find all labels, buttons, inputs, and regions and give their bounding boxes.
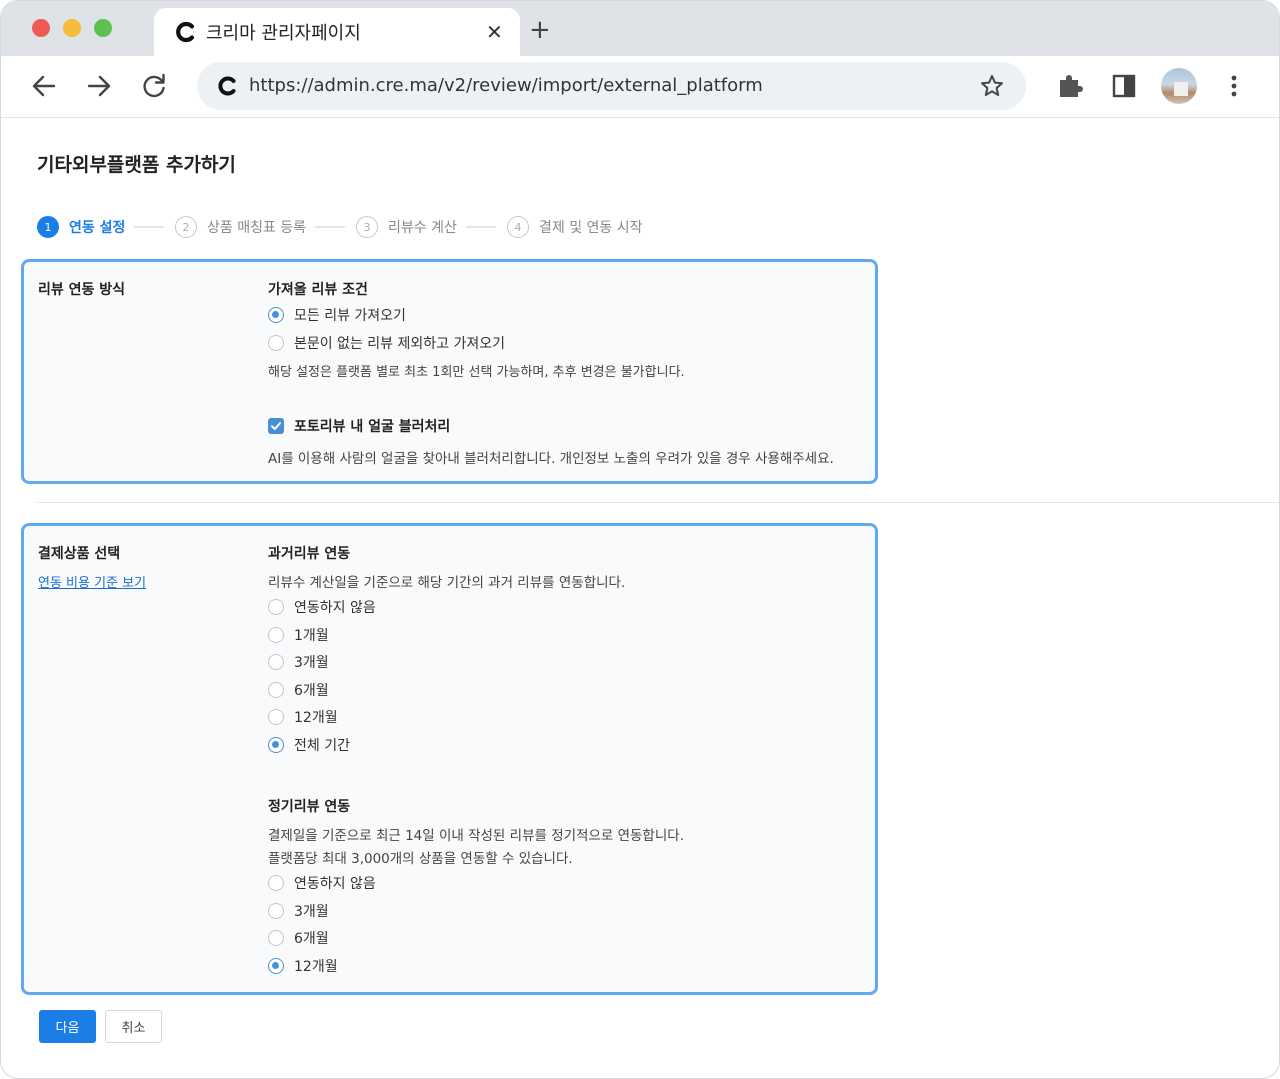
past-option-1-month[interactable]: 1개월 xyxy=(268,626,329,644)
past-option-none[interactable]: 연동하지 않음 xyxy=(268,598,376,616)
extensions-puzzle-icon[interactable] xyxy=(1055,71,1085,101)
review-import-method-card: 리뷰 연동 방식 가져올 리뷰 조건 모든 리뷰 가져오기 본문이 없는 리뷰 … xyxy=(21,259,878,484)
browser-tab[interactable]: 크리마 관리자페이지 ✕ xyxy=(154,8,520,56)
tab-title: 크리마 관리자페이지 xyxy=(206,23,361,44)
past-option-12-months[interactable]: 12개월 xyxy=(268,708,338,726)
site-logo-icon xyxy=(218,76,236,96)
step-4: 4 결제 및 연동 시작 xyxy=(507,215,643,239)
condition-note: 해당 설정은 플랫폼 별로 최초 1회만 선택 가능하며, 추후 변경은 불가합… xyxy=(268,365,685,380)
past-review-description: 리뷰수 계산일을 기준으로 해당 기간의 과거 리뷰를 연동합니다. xyxy=(268,575,626,591)
side-panel-icon[interactable] xyxy=(1109,71,1139,101)
radio-unselected[interactable] xyxy=(268,627,284,643)
step-label: 결제 및 연동 시작 xyxy=(539,220,643,236)
minimize-window-button[interactable] xyxy=(63,19,81,37)
profile-avatar[interactable] xyxy=(1161,68,1197,104)
radio-unselected[interactable] xyxy=(268,903,284,919)
step-1: 1 연동 설정 xyxy=(37,215,125,239)
step-connector xyxy=(315,226,345,228)
step-connector xyxy=(466,226,496,228)
past-review-title: 과거리뷰 연동 xyxy=(268,546,351,562)
step-label: 상품 매칭표 등록 xyxy=(207,220,307,236)
regular-review-description: 결제일을 기준으로 최근 14일 이내 작성된 리뷰를 정기적으로 연동합니다. xyxy=(268,828,684,844)
option-all-reviews[interactable]: 모든 리뷰 가져오기 xyxy=(268,306,406,324)
card-label: 결제상품 선택 xyxy=(38,546,121,562)
page-content: 기타외부플랫폼 추가하기 1 연동 설정 2 상품 매칭표 등록 3 리뷰수 계… xyxy=(1,118,1279,1078)
payment-product-card: 결제상품 선택 연동 비용 기준 보기 과거리뷰 연동 리뷰수 계산일을 기준으… xyxy=(21,523,878,995)
radio-unselected[interactable] xyxy=(268,335,284,351)
step-number: 1 xyxy=(37,216,59,238)
address-bar[interactable]: https://admin.cre.ma/v2/review/import/ex… xyxy=(197,62,1026,110)
reload-icon[interactable] xyxy=(139,71,169,101)
past-option-all-period[interactable]: 전체 기간 xyxy=(268,736,350,754)
regular-review-limit: 플랫폼당 최대 3,000개의 상품을 연동할 수 있습니다. xyxy=(268,851,573,867)
regular-option-12-months[interactable]: 12개월 xyxy=(268,957,338,975)
checkbox-checked-icon[interactable] xyxy=(268,418,284,434)
regular-option-6-months[interactable]: 6개월 xyxy=(268,929,329,947)
radio-unselected[interactable] xyxy=(268,682,284,698)
step-number: 3 xyxy=(356,216,378,238)
past-option-6-months[interactable]: 6개월 xyxy=(268,681,329,699)
regular-option-3-months[interactable]: 3개월 xyxy=(268,902,329,920)
close-window-button[interactable] xyxy=(32,19,50,37)
radio-unselected[interactable] xyxy=(268,930,284,946)
browser-toolbar: https://admin.cre.ma/v2/review/import/ex… xyxy=(1,56,1279,118)
regular-review-title: 정기리뷰 연동 xyxy=(268,799,351,815)
option-exclude-empty-reviews[interactable]: 본문이 없는 리뷰 제외하고 가져오기 xyxy=(268,334,505,352)
step-number: 2 xyxy=(175,216,197,238)
page-title: 기타외부플랫폼 추가하기 xyxy=(37,154,236,176)
tab-strip: 크리마 관리자페이지 ✕ + xyxy=(1,1,1279,56)
forward-icon[interactable] xyxy=(84,71,114,101)
regular-option-none[interactable]: 연동하지 않음 xyxy=(268,874,376,892)
more-menu-icon[interactable] xyxy=(1219,71,1249,101)
tab-close-icon[interactable]: ✕ xyxy=(486,20,503,44)
radio-unselected[interactable] xyxy=(268,599,284,615)
browser-window: 크리마 관리자페이지 ✕ + https://admin.cre.ma/v2/r… xyxy=(0,0,1280,1079)
step-number: 4 xyxy=(507,216,529,238)
radio-unselected[interactable] xyxy=(268,654,284,670)
back-icon[interactable] xyxy=(29,71,59,101)
next-button[interactable]: 다음 xyxy=(39,1010,96,1043)
card-label: 리뷰 연동 방식 xyxy=(38,282,126,298)
step-connector xyxy=(134,226,164,228)
crema-logo-icon xyxy=(176,21,195,43)
past-option-3-months[interactable]: 3개월 xyxy=(268,653,329,671)
bookmark-star-icon[interactable] xyxy=(979,73,1005,99)
maximize-window-button[interactable] xyxy=(94,19,112,37)
step-label: 리뷰수 계산 xyxy=(388,220,457,236)
face-blur-checkbox[interactable]: 포토리뷰 내 얼굴 블러처리 xyxy=(268,417,450,435)
section-divider xyxy=(37,502,1279,503)
review-condition-title: 가져올 리뷰 조건 xyxy=(268,282,368,298)
step-3: 3 리뷰수 계산 xyxy=(356,215,457,239)
new-tab-icon[interactable]: + xyxy=(529,15,551,45)
radio-selected[interactable] xyxy=(268,958,284,974)
step-label: 연동 설정 xyxy=(69,220,126,236)
blur-description: AI를 이용해 사람의 얼굴을 찾아내 블러처리합니다. 개인정보 노출의 우려… xyxy=(268,451,834,467)
cancel-button[interactable]: 취소 xyxy=(105,1010,162,1043)
url-text[interactable]: https://admin.cre.ma/v2/review/import/ex… xyxy=(249,75,763,96)
step-2: 2 상품 매칭표 등록 xyxy=(175,215,306,239)
pricing-criteria-link[interactable]: 연동 비용 기준 보기 xyxy=(38,572,146,591)
radio-unselected[interactable] xyxy=(268,875,284,891)
radio-selected[interactable] xyxy=(268,307,284,323)
radio-selected[interactable] xyxy=(268,737,284,753)
radio-unselected[interactable] xyxy=(268,709,284,725)
